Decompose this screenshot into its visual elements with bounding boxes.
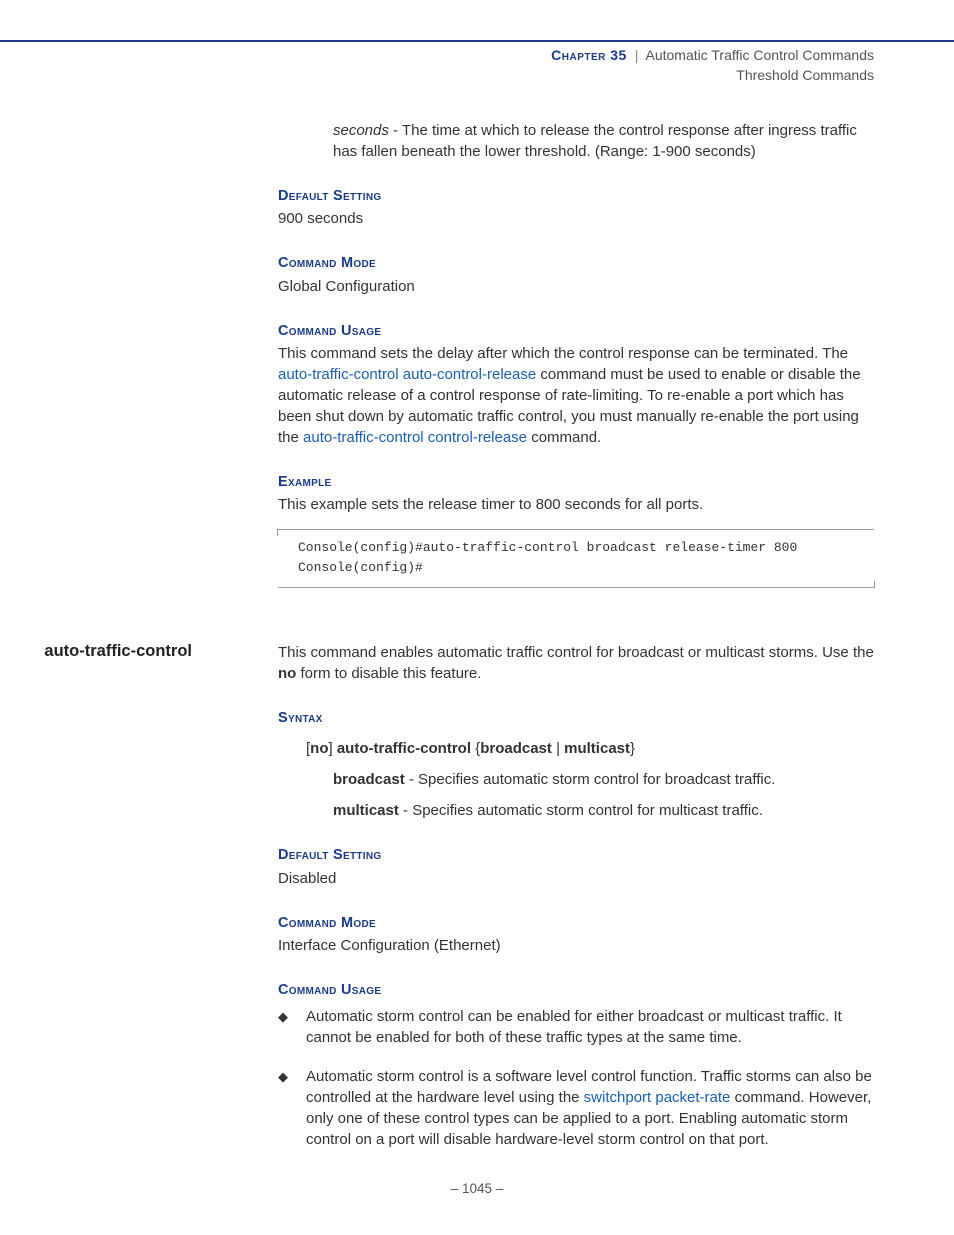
link-switchport-packet-rate[interactable]: switchport packet-rate	[584, 1089, 731, 1106]
usage-post: command.	[527, 429, 601, 446]
page-number: 1045	[462, 1181, 492, 1196]
page-footer: – 1045 –	[0, 1180, 954, 1199]
command-usage-text: This command sets the delay after which …	[278, 343, 874, 448]
syntax-lbrace: {	[471, 740, 480, 757]
param-desc: - The time at which to release the contr…	[333, 122, 857, 160]
body-column: seconds - The time at which to release t…	[278, 120, 874, 588]
param-broadcast-name: broadcast	[333, 771, 405, 788]
header-subtitle: Threshold Commands	[551, 66, 874, 86]
default-setting-heading: Default Setting	[278, 186, 874, 206]
param-broadcast-desc: - Specifies automatic storm control for …	[405, 771, 776, 788]
footer-dash-right: –	[492, 1181, 503, 1196]
syntax-rbrace: }	[630, 740, 635, 757]
margin-command-name: auto-traffic-control	[0, 640, 192, 663]
syntax-rbracket: ]	[329, 740, 337, 757]
syntax-line: [no] auto-traffic-control {broadcast | m…	[306, 738, 874, 759]
command-mode-value: Global Configuration	[278, 276, 874, 297]
header-line-1: Chapter 35 | Automatic Traffic Control C…	[551, 46, 874, 66]
param-multicast-name: multicast	[333, 802, 399, 819]
syntax-no: no	[310, 740, 328, 757]
header-rule	[0, 40, 954, 42]
syntax-heading: Syntax	[278, 708, 874, 728]
bullet-icon: ◆	[278, 1006, 306, 1048]
link-control-release[interactable]: auto-traffic-control control-release	[303, 429, 527, 446]
usage-pre: This command sets the delay after which …	[278, 345, 848, 362]
intro-no: no	[278, 665, 296, 682]
chapter-label: Chapter 35	[551, 47, 627, 63]
bullet-icon: ◆	[278, 1066, 306, 1150]
command-usage-heading-2: Command Usage	[278, 980, 874, 1000]
example-text: This example sets the release timer to 8…	[278, 494, 874, 515]
bullet-1-text: Automatic storm control can be enabled f…	[306, 1006, 874, 1048]
intro-post: form to disable this feature.	[296, 665, 481, 682]
example-code: Console(config)#auto-traffic-control bro…	[278, 529, 874, 588]
usage-bullet-list: ◆ Automatic storm control can be enabled…	[278, 1006, 874, 1150]
syntax-pipe: |	[552, 740, 564, 757]
page: Chapter 35 | Automatic Traffic Control C…	[0, 0, 954, 1235]
intro-pre: This command enables automatic traffic c…	[278, 644, 874, 661]
param-multicast-desc: - Specifies automatic storm control for …	[399, 802, 763, 819]
header-pipe: |	[635, 47, 639, 63]
footer-dash-left: –	[451, 1181, 462, 1196]
link-auto-control-release[interactable]: auto-traffic-control auto-control-releas…	[278, 366, 536, 383]
syntax-param-multicast: multicast - Specifies automatic storm co…	[333, 800, 874, 821]
param-seconds: seconds - The time at which to release t…	[333, 120, 874, 162]
usage-bullet-1: ◆ Automatic storm control can be enabled…	[278, 1006, 874, 1048]
default-setting-heading-2: Default Setting	[278, 845, 874, 865]
command-mode-heading-2: Command Mode	[278, 913, 874, 933]
syntax-cmd: auto-traffic-control	[337, 740, 471, 757]
command-intro: This command enables automatic traffic c…	[278, 642, 874, 684]
default-setting-value: 900 seconds	[278, 208, 874, 229]
syntax-multicast: multicast	[564, 740, 630, 757]
bullet-2-text: Automatic storm control is a software le…	[306, 1066, 874, 1150]
chapter-title: Automatic Traffic Control Commands	[646, 47, 875, 63]
syntax-param-broadcast: broadcast - Specifies automatic storm co…	[333, 769, 874, 790]
command-mode-value-2: Interface Configuration (Ethernet)	[278, 935, 874, 956]
command-body: This command enables automatic traffic c…	[278, 642, 874, 1150]
usage-bullet-2: ◆ Automatic storm control is a software …	[278, 1066, 874, 1150]
param-name: seconds	[333, 122, 389, 139]
syntax-broadcast: broadcast	[480, 740, 552, 757]
command-section-auto-traffic-control: auto-traffic-control This command enable…	[0, 640, 874, 1168]
command-usage-heading: Command Usage	[278, 321, 874, 341]
command-mode-heading: Command Mode	[278, 253, 874, 273]
example-heading: Example	[278, 472, 874, 492]
default-setting-value-2: Disabled	[278, 868, 874, 889]
running-header: Chapter 35 | Automatic Traffic Control C…	[551, 46, 874, 85]
